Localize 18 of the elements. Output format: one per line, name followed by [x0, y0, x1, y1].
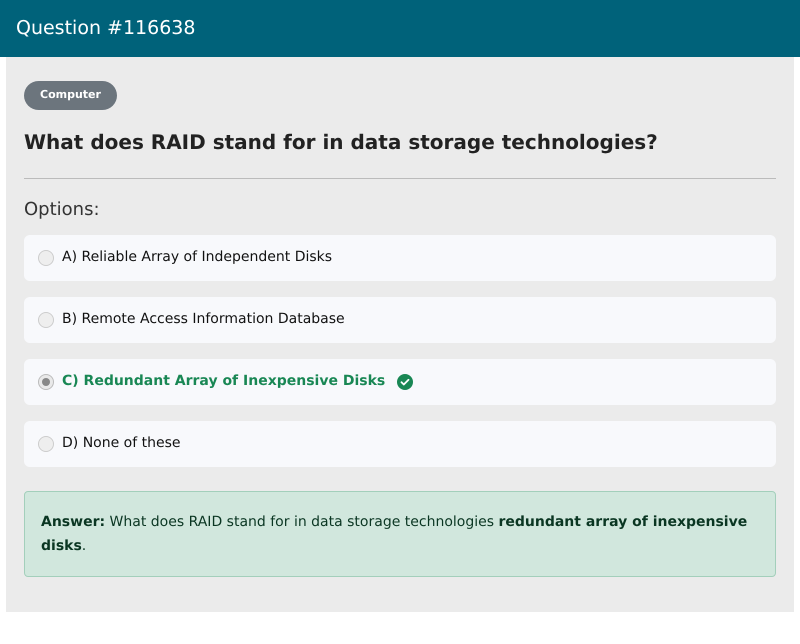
category-tag: Computer [24, 81, 117, 110]
option-row[interactable]: D) None of these [24, 420, 776, 466]
page-title: Question #116638 [16, 16, 196, 42]
radio-button[interactable] [38, 436, 54, 452]
radio-button[interactable] [38, 250, 54, 266]
radio-button[interactable] [38, 312, 54, 328]
option-label: C) Redundant Array of Inexpensive Disks [62, 372, 386, 391]
question-text: What does RAID stand for in data storage technologies? [24, 128, 659, 156]
radio-button[interactable] [38, 374, 54, 390]
option-label: B) Remote Access Information Database [62, 310, 345, 329]
option-label: D) None of these [62, 434, 180, 453]
option-row[interactable]: C) Redundant Array of Inexpensive Disks [24, 358, 776, 404]
option-row[interactable]: B) Remote Access Information Database [24, 296, 776, 342]
options-label: Options: [24, 198, 101, 222]
option-row[interactable]: A) Reliable Array of Independent Disks [24, 234, 776, 280]
answer-box: Answer: What does RAID stand for in data storage technologies redundant array of inexpensive disks. [24, 490, 776, 576]
option-label: A) Reliable Array of Independent Disks [62, 248, 332, 267]
check-circle-icon [397, 374, 414, 390]
